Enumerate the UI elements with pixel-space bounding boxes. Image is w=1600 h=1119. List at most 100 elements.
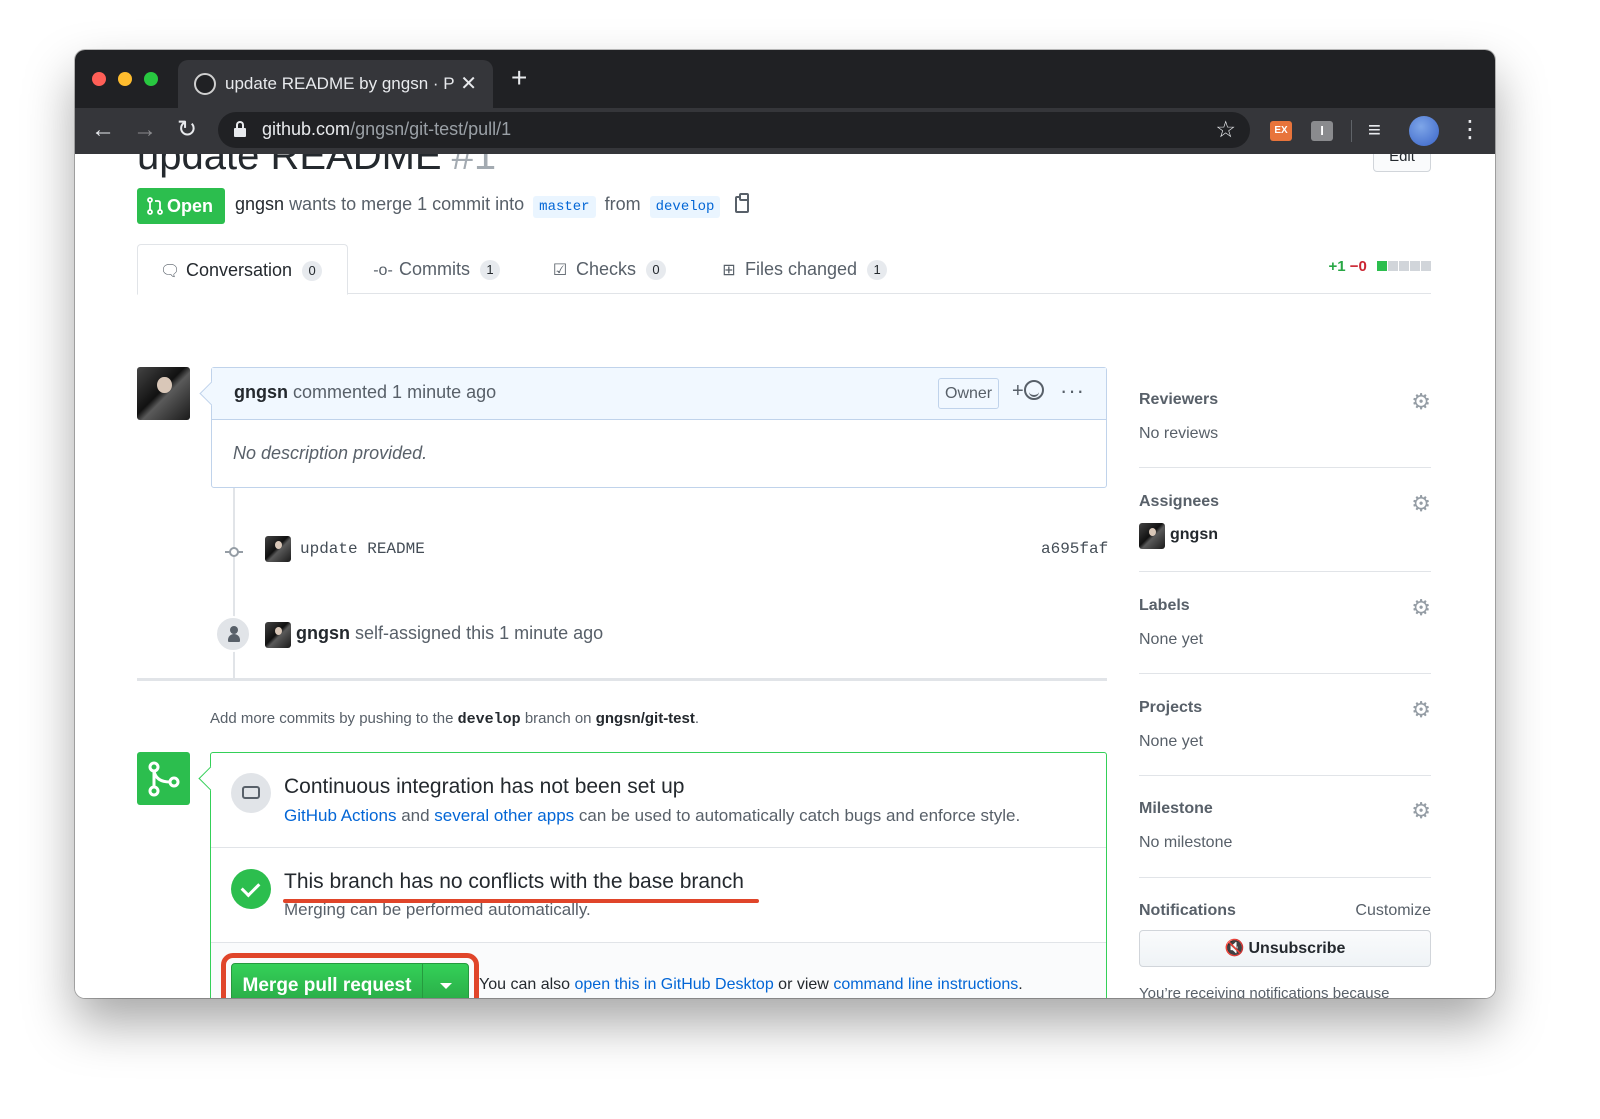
- tab-strip: update README by gngsn · Pull ✕ +: [75, 50, 1495, 108]
- github-pr-page: update README #1 Edit Open gngsn wants to…: [75, 154, 1495, 998]
- pr-tabs: 🗨 Conversation 0 -o- Commits 1 ☑ Checks 0 ⊞ Fil…: [137, 244, 1431, 295]
- conflict-status-section: This branch has no conflicts with the ba…: [211, 848, 1106, 943]
- lock-icon: [234, 121, 246, 137]
- sidebar-milestone: Milestone ⚙ No milestone: [1139, 798, 1431, 878]
- sidebar-value: No reviews: [1139, 425, 1219, 442]
- sidebar-reviewers: Reviewers ⚙ No reviews: [1139, 389, 1431, 468]
- forward-arrow-icon[interactable]: →: [133, 116, 157, 144]
- gear-icon[interactable]: ⚙: [1411, 491, 1431, 517]
- media-queue-icon[interactable]: ≡: [1368, 118, 1381, 142]
- unsubscribe-button[interactable]: 🔇 Unsubscribe: [1139, 930, 1431, 967]
- sidebar-projects: Projects ⚙ None yet: [1139, 697, 1431, 776]
- edit-title-button[interactable]: Edit: [1373, 154, 1431, 172]
- tab-counter: 1: [480, 260, 500, 280]
- profile-avatar[interactable]: [1409, 116, 1439, 146]
- checklist-icon: ☑: [552, 262, 568, 279]
- avatar[interactable]: [265, 622, 291, 648]
- customize-link[interactable]: Customize: [1355, 902, 1431, 920]
- maximize-window-button[interactable]: [144, 72, 158, 86]
- merge-alternatives-text: You can also open this in GitHub Desktop…: [479, 976, 1023, 993]
- kebab-menu-icon[interactable]: ⋮: [1458, 114, 1482, 146]
- tab-checks[interactable]: ☑ Checks 0: [550, 244, 667, 294]
- comment-author-link[interactable]: gngsn: [234, 382, 288, 402]
- browser-toolbar: ← → ↻ github.com/gngsn/git-test/pull/1 ☆…: [75, 108, 1495, 154]
- add-reaction-button[interactable]: +: [1012, 380, 1044, 403]
- sidebar-heading: Assignees: [1139, 493, 1220, 510]
- check-circle-icon: [231, 869, 271, 909]
- bookmark-star-icon[interactable]: ☆: [1215, 116, 1236, 143]
- mute-icon: 🔇: [1224, 940, 1245, 957]
- more-options-icon[interactable]: ···: [1060, 378, 1085, 404]
- tab-counter: 0: [302, 261, 323, 281]
- close-window-button[interactable]: [92, 72, 106, 86]
- minimize-window-button[interactable]: [118, 72, 132, 86]
- tab-counter: 1: [867, 260, 888, 280]
- comment-discussion-icon: 🗨: [160, 263, 181, 280]
- avatar[interactable]: [137, 367, 190, 420]
- head-branch[interactable]: develop: [649, 196, 721, 218]
- gear-icon[interactable]: ⚙: [1411, 389, 1431, 415]
- ci-status-section: Continuous integration has not been set …: [211, 753, 1106, 848]
- comment-header: gngsn commented 1 minute ago Owner + ···: [212, 368, 1106, 420]
- annotation-highlight-box: [221, 953, 479, 998]
- robot-icon: [231, 773, 271, 813]
- extension-ex-icon[interactable]: EX: [1270, 121, 1292, 141]
- close-tab-icon[interactable]: ✕: [460, 71, 477, 96]
- conflict-description: Merging can be performed automatically.: [284, 900, 591, 919]
- assignee-name: gngsn: [1170, 526, 1218, 543]
- sidebar-heading: Milestone: [1139, 800, 1213, 817]
- sidebar-value: No milestone: [1139, 834, 1233, 851]
- other-apps-link[interactable]: several other apps: [434, 806, 574, 825]
- tab-counter: 0: [646, 260, 667, 280]
- owner-badge: Owner: [938, 378, 1000, 409]
- address-bar[interactable]: github.com/gngsn/git-test/pull/1 ☆: [218, 112, 1250, 148]
- gear-icon[interactable]: ⚙: [1411, 798, 1431, 824]
- base-branch[interactable]: master: [533, 196, 596, 218]
- conflict-title: This branch has no conflicts with the ba…: [284, 870, 744, 893]
- open-in-desktop-link[interactable]: open this in GitHub Desktop: [575, 976, 774, 993]
- commit-sha-link[interactable]: a695faf: [1041, 540, 1108, 558]
- sidebar-assignees: Assignees ⚙ gngsn: [1139, 491, 1431, 572]
- git-commit-icon: -o-: [373, 262, 393, 279]
- file-diff-icon: ⊞: [722, 262, 736, 279]
- comment-card: gngsn commented 1 minute ago Owner + ···…: [211, 367, 1107, 488]
- comment-timestamp: commented 1 minute ago: [293, 382, 497, 402]
- url-text: github.com/gngsn/git-test/pull/1: [262, 119, 512, 139]
- assign-event: gngsn self-assigned this 1 minute ago: [296, 623, 604, 643]
- sidebar-labels: Labels ⚙ None yet: [1139, 595, 1431, 674]
- tab-title: update README by gngsn · Pull: [225, 74, 455, 93]
- commit-message-link[interactable]: update README: [300, 540, 425, 558]
- pr-title: update README #1: [137, 154, 497, 178]
- person-icon: [215, 616, 251, 652]
- new-tab-icon[interactable]: +: [511, 64, 527, 92]
- tab-commits[interactable]: -o- Commits 1: [373, 244, 500, 294]
- browser-tab-active[interactable]: update README by gngsn · Pull ✕: [178, 60, 493, 108]
- merge-box: Continuous integration has not been set …: [210, 752, 1107, 998]
- tab-files-changed[interactable]: ⊞ Files changed 1: [719, 244, 888, 294]
- toolbar-divider: [1351, 120, 1352, 142]
- ci-title: Continuous integration has not been set …: [284, 775, 685, 798]
- pr-meta-line: gngsn wants to merge 1 commit into maste…: [235, 193, 750, 218]
- reload-icon[interactable]: ↻: [177, 116, 197, 144]
- copy-clipboard-icon[interactable]: [735, 193, 750, 213]
- gear-icon[interactable]: ⚙: [1411, 595, 1431, 621]
- extension-i-icon[interactable]: I: [1311, 121, 1333, 141]
- back-arrow-icon[interactable]: ←: [91, 116, 115, 144]
- gear-icon[interactable]: ⚙: [1411, 697, 1431, 723]
- github-actions-link[interactable]: GitHub Actions: [284, 806, 396, 825]
- command-line-instructions-link[interactable]: command line instructions: [833, 976, 1018, 993]
- timeline-divider: [137, 678, 1107, 681]
- pr-author-link[interactable]: gngsn: [235, 194, 284, 214]
- pr-state-badge: Open: [137, 188, 225, 224]
- sidebar-value: None yet: [1139, 631, 1204, 648]
- assign-author-link[interactable]: gngsn: [296, 623, 350, 643]
- sidebar-heading: Labels: [1139, 597, 1190, 614]
- github-favicon-icon: [194, 73, 216, 95]
- git-commit-icon: [225, 543, 243, 561]
- git-merge-icon: [137, 752, 190, 805]
- browser-window: update README by gngsn · Pull ✕ + ← → ↻ …: [75, 50, 1495, 998]
- diffstat[interactable]: +1 −0: [1328, 258, 1431, 275]
- avatar[interactable]: [265, 536, 291, 562]
- ci-description: GitHub Actions and several other apps ca…: [284, 806, 1021, 825]
- tab-conversation[interactable]: 🗨 Conversation 0: [137, 244, 348, 295]
